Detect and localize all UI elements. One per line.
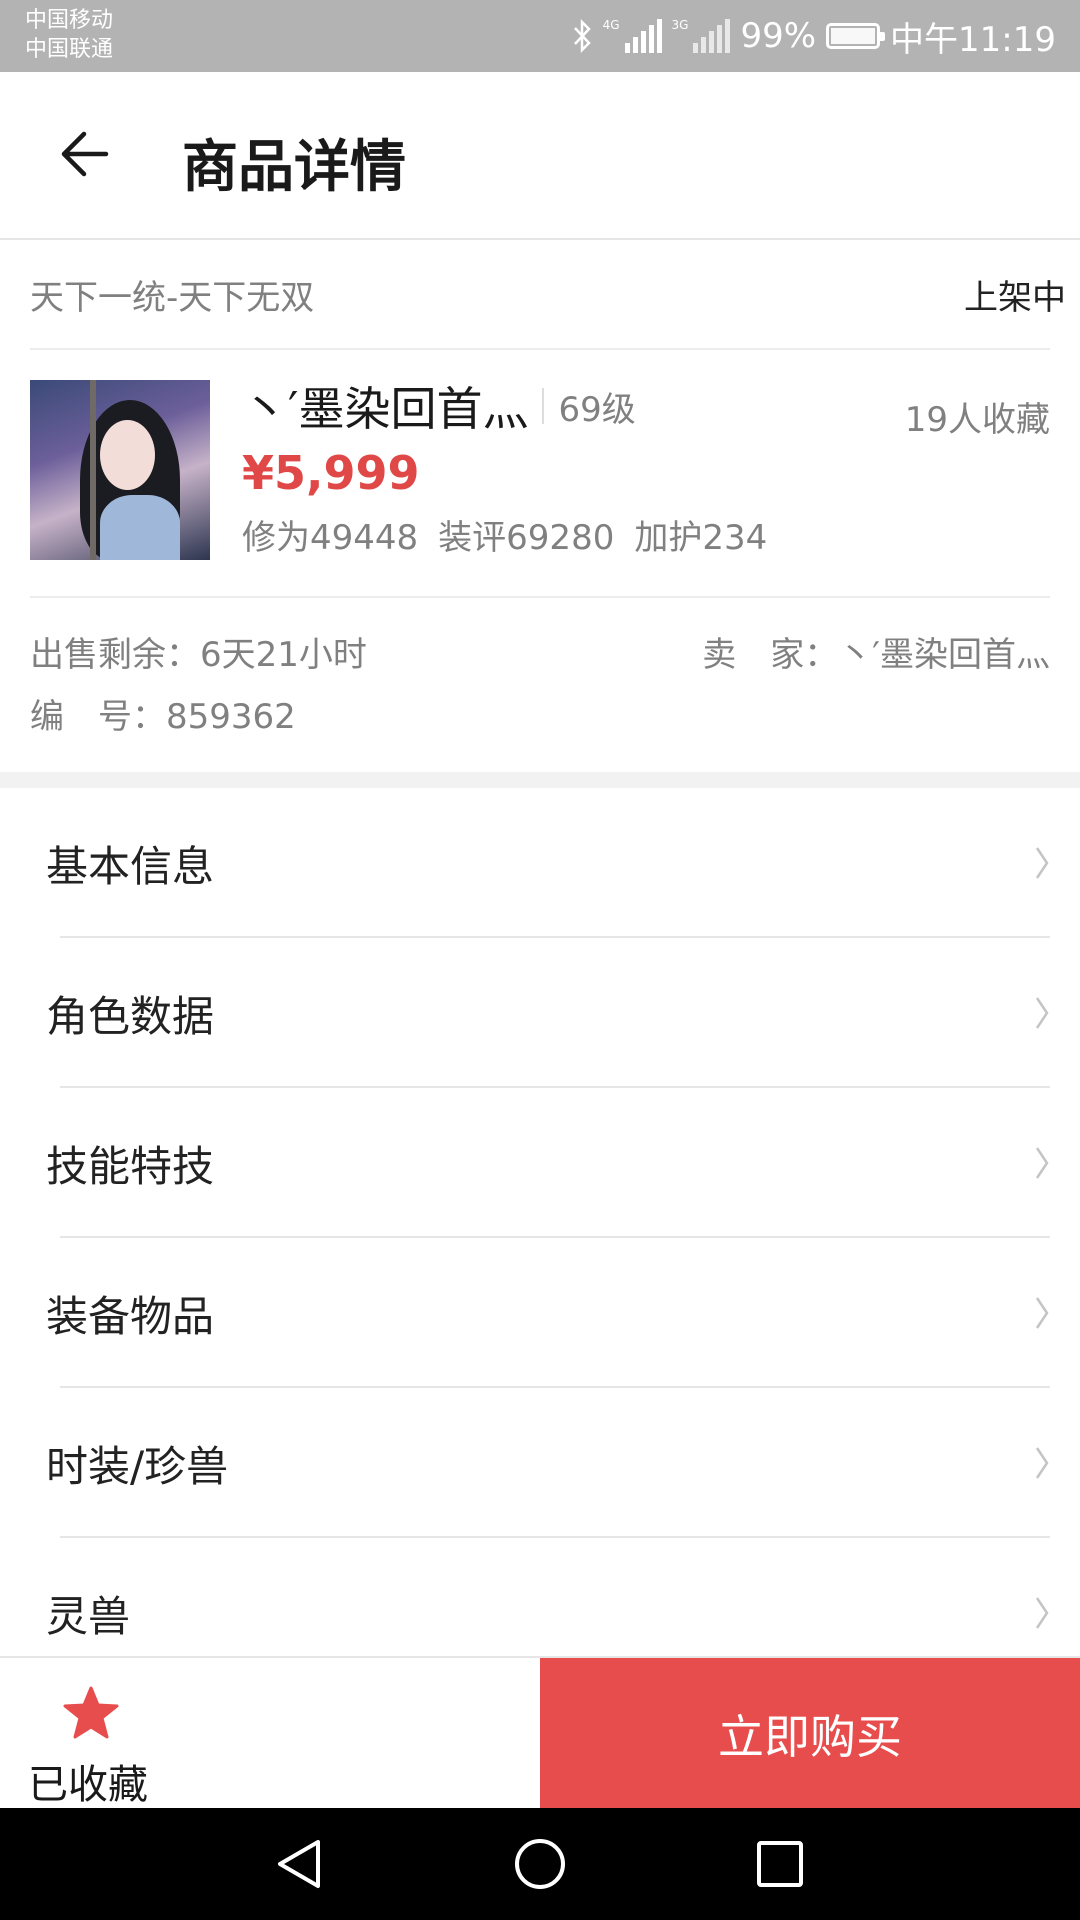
chevron-right-icon: [1035, 1447, 1049, 1479]
chevron-right-icon: [1035, 1147, 1049, 1179]
chevron-right-icon: [1035, 847, 1049, 879]
carrier-1: 中国移动: [25, 8, 114, 33]
status-bar: 中国移动 中国联通 4G 3G 99% 中午11:19: [0, 0, 1080, 72]
nav-recents-icon[interactable]: [752, 1836, 808, 1892]
seller: 卖 家：丶′墨染回首灬: [702, 634, 1050, 675]
action-bar: 已收藏 立即购买: [0, 1656, 1080, 1810]
bluetooth-icon: [573, 19, 591, 53]
listing-meta: 出售剩余：6天21小时 卖 家：丶′墨染回首灬 编 号：859362: [30, 620, 1050, 744]
system-nav-bar: [0, 1808, 1080, 1920]
star-icon: [63, 1686, 119, 1739]
stat-cultivation: 修为49448: [242, 518, 419, 558]
chevron-right-icon: [1035, 1297, 1049, 1329]
menu-item-label: 装备物品: [46, 1291, 215, 1341]
character-name: 丶′墨染回首灬: [242, 382, 529, 436]
carrier-2: 中国联通: [25, 37, 114, 62]
favorite-label: 已收藏: [28, 1762, 148, 1808]
menu-item-label: 时装/珍兽: [46, 1441, 229, 1491]
nav-back-icon[interactable]: [272, 1836, 328, 1892]
favorite-button[interactable]: 已收藏: [0, 1658, 540, 1810]
menu-item-label: 角色数据: [46, 991, 215, 1041]
server-row: 天下一统-天下无双 上架中: [30, 240, 1066, 350]
time-left: 出售剩余：6天21小时: [30, 634, 367, 675]
signal-icon-2: 3G: [672, 19, 731, 53]
signal-icon-1: 4G: [603, 19, 662, 53]
product-info: 丶′墨染回首灬 69级 19人收藏 ¥5,999 修为49448 装评69280…: [242, 372, 1050, 559]
detail-menu: 基本信息 角色数据 技能特技 装备物品 时装/珍兽 灵兽: [0, 788, 1080, 1688]
divider: [542, 388, 545, 424]
product-summary: 丶′墨染回首灬 69级 19人收藏 ¥5,999 修为49448 装评69280…: [30, 350, 1050, 598]
character-level: 69级: [558, 389, 636, 430]
status-icons: 4G 3G 99% 中午11:19: [571, 0, 1056, 72]
menu-item-basic-info[interactable]: 基本信息: [0, 788, 1080, 938]
menu-item-character-data[interactable]: 角色数据: [0, 938, 1080, 1088]
menu-item-equipment[interactable]: 装备物品: [0, 1238, 1080, 1388]
stat-protection: 加护234: [634, 518, 768, 558]
carrier-info: 中国移动 中国联通: [25, 6, 113, 64]
page-title: 商品详情: [182, 135, 406, 200]
favorite-count: 19人收藏: [904, 400, 1050, 440]
section-gap: [0, 772, 1080, 788]
chevron-right-icon: [1035, 1597, 1049, 1629]
character-portrait: [30, 380, 210, 560]
menu-item-skills[interactable]: 技能特技: [0, 1088, 1080, 1238]
character-stats: 修为49448 装评69280 加护234: [242, 510, 1050, 559]
menu-item-label: 技能特技: [46, 1141, 215, 1191]
sale-status-badge: 上架中: [964, 277, 1066, 318]
app-header: 商品详情: [0, 72, 1080, 240]
server-name: 天下一统-天下无双: [30, 277, 315, 318]
nav-home-icon[interactable]: [512, 1836, 568, 1892]
buy-now-button[interactable]: 立即购买: [540, 1658, 1080, 1810]
menu-item-fashion-pets[interactable]: 时装/珍兽: [0, 1388, 1080, 1538]
battery-percent: 99%: [740, 16, 817, 56]
stat-gear-score: 装评69280: [438, 518, 615, 558]
menu-item-label: 基本信息: [46, 841, 215, 891]
chevron-right-icon: [1035, 997, 1049, 1029]
battery-icon: [826, 23, 886, 49]
menu-item-label: 灵兽: [46, 1591, 131, 1641]
listing-id: 编 号：859362: [30, 696, 296, 737]
clock: 中午11:19: [890, 19, 1056, 60]
back-arrow-icon[interactable]: [58, 128, 110, 180]
price: ¥5,999: [242, 446, 420, 500]
